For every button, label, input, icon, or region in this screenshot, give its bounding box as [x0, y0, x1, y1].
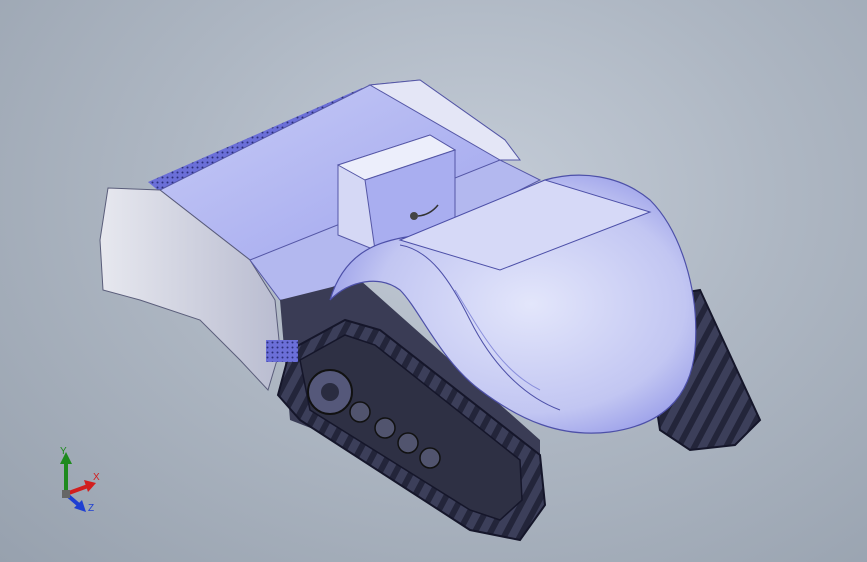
cable-connector: [410, 212, 418, 220]
perforated-bracket: [266, 340, 298, 362]
view-orientation-triad[interactable]: Y X Z: [48, 446, 108, 518]
triad-z-label: Z: [88, 503, 95, 514]
graphics-viewport[interactable]: Y X Z: [0, 0, 867, 562]
robot-model[interactable]: [0, 0, 867, 562]
triad-y-label: Y: [60, 446, 67, 457]
triad-x-label: X: [93, 472, 100, 483]
